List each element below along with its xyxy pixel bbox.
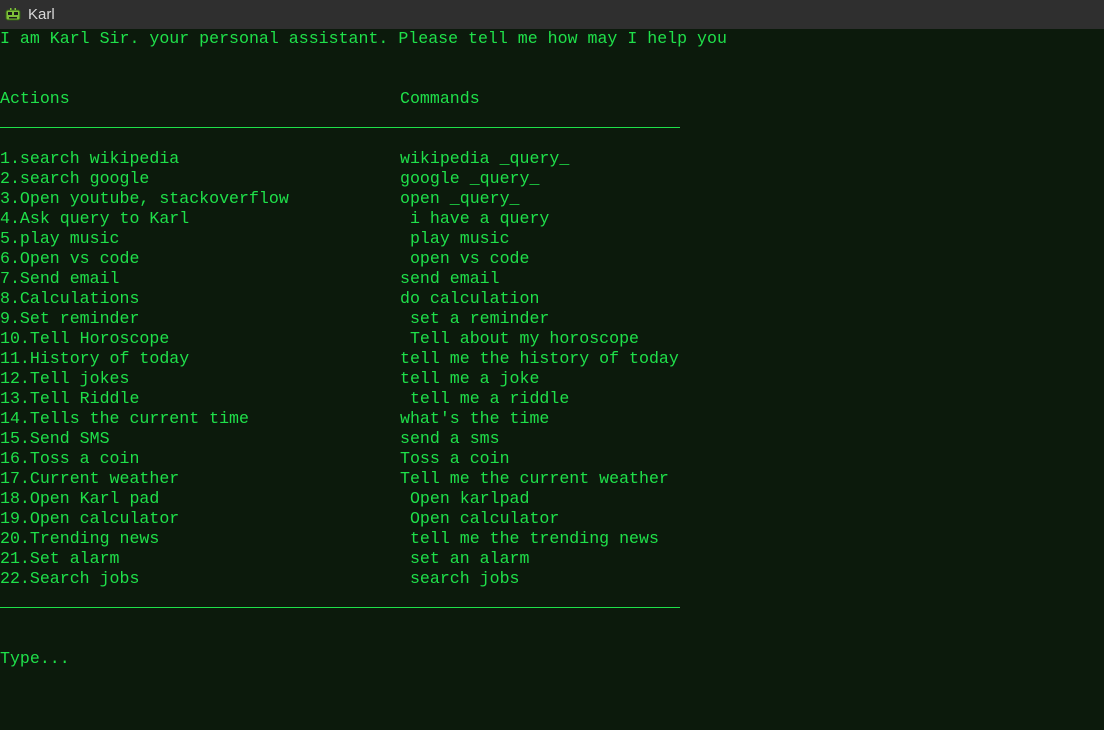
action-item: 12.Tell jokes: [0, 369, 130, 388]
console-output[interactable]: I am Karl Sir. your personal assistant. …: [0, 29, 1104, 730]
action-item: 18.Open Karl pad: [0, 489, 160, 508]
command-item: Tell about my horoscope: [400, 329, 639, 348]
action-item: 5.play music: [0, 229, 120, 248]
command-item: tell me a riddle: [400, 389, 570, 408]
commands-header: Commands: [400, 89, 480, 108]
action-item: 11.History of today: [0, 349, 190, 368]
greeting-line: I am Karl Sir. your personal assistant. …: [0, 29, 727, 48]
command-item: Open karlpad: [400, 489, 530, 508]
action-item: 9.Set reminder: [0, 309, 140, 328]
command-item: search jobs: [400, 569, 520, 588]
command-item: open vs code: [400, 249, 530, 268]
command-item: tell me the trending news: [400, 529, 659, 548]
command-item: wikipedia _query_: [400, 149, 570, 168]
action-item: 17.Current weather: [0, 469, 180, 488]
command-item: set a reminder: [400, 309, 550, 328]
action-item: 1.search wikipedia: [0, 149, 180, 168]
action-item: 14.Tells the current time: [0, 409, 249, 428]
command-item: send a sms: [400, 429, 500, 448]
command-item: what's the time: [400, 409, 550, 428]
command-item: Open calculator: [400, 509, 560, 528]
action-item: 8.Calculations: [0, 289, 140, 308]
action-item: 21.Set alarm: [0, 549, 120, 568]
action-item: 16.Toss a coin: [0, 449, 140, 468]
action-item: 10.Tell Horoscope: [0, 329, 170, 348]
input-prompt[interactable]: Type...: [0, 649, 70, 669]
action-item: 22.Search jobs: [0, 569, 140, 588]
command-item: google _query_: [400, 169, 540, 188]
command-item: do calculation: [400, 289, 540, 308]
footer-divider: [0, 607, 680, 608]
command-item: set an alarm: [400, 549, 530, 568]
action-item: 19.Open calculator: [0, 509, 180, 528]
window-titlebar[interactable]: Karl: [0, 0, 1104, 29]
action-item: 4.Ask query to Karl: [0, 209, 190, 228]
command-item: Toss a coin: [400, 449, 510, 468]
action-item: 2.search google: [0, 169, 150, 188]
action-item: 20.Trending news: [0, 529, 160, 548]
robot-app-icon: [5, 8, 21, 21]
window-title: Karl: [28, 6, 55, 23]
actions-header: Actions: [0, 89, 70, 108]
header-divider: [0, 127, 680, 128]
action-item: 13.Tell Riddle: [0, 389, 140, 408]
command-item: tell me the history of today: [400, 349, 679, 368]
action-item: 3.Open youtube, stackoverflow: [0, 189, 289, 208]
command-item: i have a query: [400, 209, 550, 228]
command-item: tell me a joke: [400, 369, 540, 388]
action-item: 6.Open vs code: [0, 249, 140, 268]
action-item: 15.Send SMS: [0, 429, 110, 448]
command-item: open _query_: [400, 189, 520, 208]
action-item: 7.Send email: [0, 269, 120, 288]
command-item: play music: [400, 229, 510, 248]
command-item: send email: [400, 269, 500, 288]
command-item: Tell me the current weather: [400, 469, 669, 488]
